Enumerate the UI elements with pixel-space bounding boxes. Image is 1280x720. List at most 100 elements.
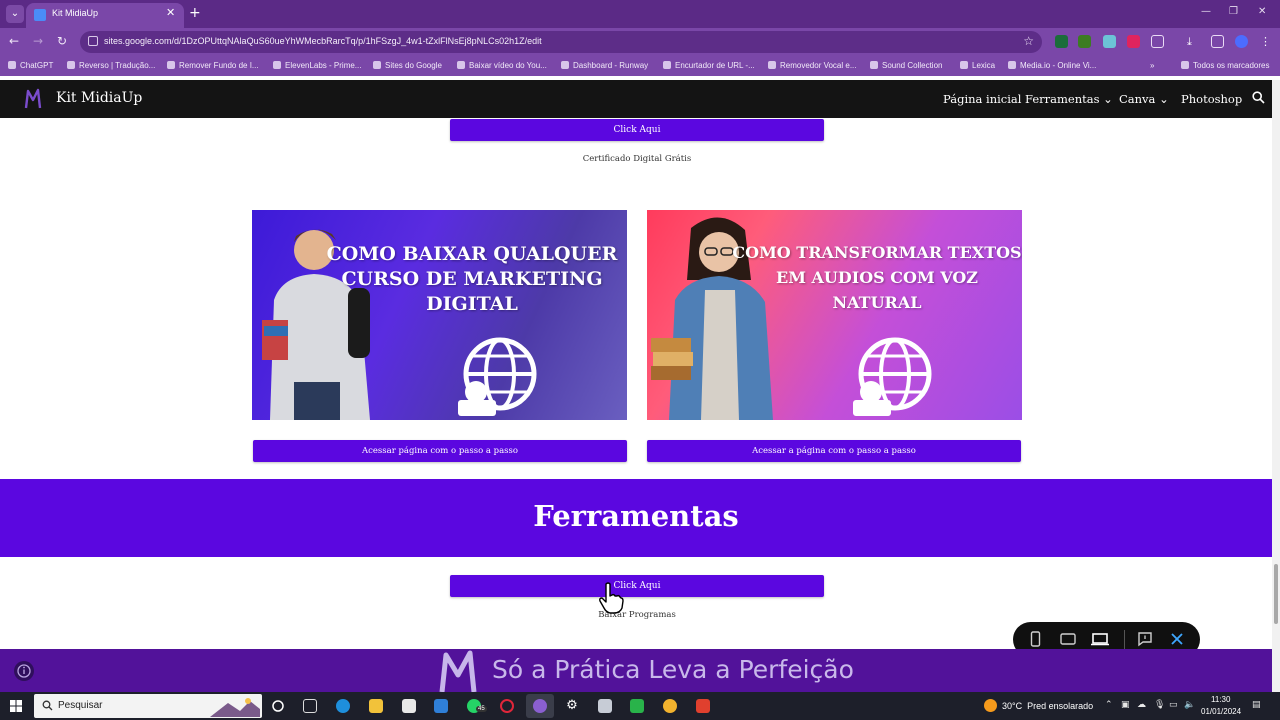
cortana-icon[interactable]: [271, 699, 285, 713]
opera-icon[interactable]: [500, 699, 514, 713]
restore-icon[interactable]: ❐: [1229, 6, 1238, 17]
weather-sun-icon[interactable]: [984, 699, 997, 712]
tablet-preview-icon[interactable]: [1060, 631, 1076, 647]
bookmark-item[interactable]: Encurtador de URL -...: [663, 61, 755, 70]
task-view-icon[interactable]: [303, 699, 317, 713]
minimize-icon[interactable]: —: [1201, 6, 1211, 17]
laptop-preview-icon[interactable]: [1091, 631, 1109, 647]
extension-icon[interactable]: [1055, 35, 1068, 48]
url-shortener-icon: [663, 61, 671, 69]
toolbar-divider: [1124, 630, 1125, 649]
site-name[interactable]: Kit MidiaUp: [56, 90, 142, 106]
google-sites-icon: [373, 61, 381, 69]
tray-cloud-icon[interactable]: ☁: [1137, 700, 1146, 710]
bookmark-item[interactable]: Lexica: [960, 61, 995, 70]
forward-icon[interactable]: →: [33, 34, 43, 48]
microphone-icon[interactable]: 🎙: [1154, 700, 1165, 710]
url-text: sites.google.com/d/1DzOPUttqNAlaQuS60ueY…: [104, 36, 542, 46]
chrome-profile-icon[interactable]: [533, 699, 547, 713]
page-scrollbar[interactable]: [1272, 80, 1280, 692]
camtasia-icon[interactable]: [630, 699, 644, 713]
bookmarks-overflow-icon[interactable]: »: [1150, 61, 1154, 70]
search-icon[interactable]: [1252, 91, 1265, 104]
nav-ferramentas[interactable]: Ferramentas ⌄: [1025, 92, 1113, 106]
notifications-icon[interactable]: ▤: [1252, 700, 1261, 710]
bookmarks-bar: ChatGPT Reverso | Tradução... Remover Fu…: [0, 56, 1280, 76]
weather-widget[interactable]: 30°C Pred ensolarado: [1002, 701, 1093, 711]
tab-close-icon[interactable]: ✕: [166, 6, 175, 19]
media-io-icon: [1008, 61, 1016, 69]
folder-icon: [1181, 61, 1189, 69]
site-info-icon[interactable]: [88, 36, 98, 46]
download-icon[interactable]: ⤓: [1187, 35, 1200, 48]
mail-icon[interactable]: [434, 699, 448, 713]
bookmark-item[interactable]: Baixar vídeo do You...: [457, 61, 547, 70]
tray-chevron-up-icon[interactable]: ⌃: [1105, 700, 1113, 710]
profile-avatar[interactable]: [1235, 35, 1248, 48]
all-bookmarks-folder[interactable]: Todos os marcadores: [1181, 61, 1269, 70]
footer-slogan: Só a Prática Leva a Perfeição: [492, 655, 854, 684]
ferramentas-heading: Ferramentas: [533, 499, 739, 533]
banner-left-title: COMO BAIXAR QUALQUER CURSO DE MARKETING …: [326, 243, 618, 315]
file-explorer-icon[interactable]: [369, 699, 383, 713]
sound-collection-icon: [870, 61, 878, 69]
extensions-puzzle-icon[interactable]: [1151, 35, 1164, 48]
site-header: Kit MidiaUp Página inicial Ferramentas ⌄…: [0, 80, 1272, 118]
tab-favicon-icon: [34, 9, 46, 21]
chrome-icon[interactable]: [663, 699, 677, 713]
bookmark-item[interactable]: ChatGPT: [8, 61, 53, 70]
store-icon[interactable]: [402, 699, 416, 713]
close-preview-icon[interactable]: [1170, 631, 1184, 647]
windows-start-icon[interactable]: [10, 700, 22, 712]
certificado-click-button[interactable]: Click Aqui: [450, 119, 824, 141]
extension-icon[interactable]: [1103, 35, 1116, 48]
browser-menu-icon[interactable]: ⋮: [1260, 35, 1273, 48]
clock-time[interactable]: 11:30: [1211, 695, 1230, 704]
search-icon: [42, 700, 53, 711]
network-icon[interactable]: ▭: [1169, 700, 1178, 710]
extension-icon[interactable]: [1078, 35, 1091, 48]
reload-icon[interactable]: ↻: [57, 34, 67, 48]
audio-steps-button[interactable]: Acessar a página com o passo a passo: [647, 440, 1021, 462]
active-tab[interactable]: Kit MidiaUp ✕: [26, 3, 184, 28]
tab-search-button[interactable]: ⌄: [6, 5, 24, 23]
window-close-icon[interactable]: ✕: [1258, 6, 1266, 17]
tab-title: Kit MidiaUp: [52, 8, 99, 18]
app-icon[interactable]: [598, 699, 612, 713]
extension-icon[interactable]: [1127, 35, 1140, 48]
scrollbar-thumb[interactable]: [1274, 564, 1278, 624]
bookmark-item[interactable]: Dashboard - Runway: [561, 61, 648, 70]
bookmark-item[interactable]: Sound Collection: [870, 61, 942, 70]
bookmark-item[interactable]: Reverso | Tradução...: [67, 61, 155, 70]
clock-date[interactable]: 01/01/2024: [1201, 707, 1241, 716]
settings-gear-icon[interactable]: ⚙: [565, 699, 579, 713]
bookmark-item[interactable]: Sites do Google: [373, 61, 442, 70]
address-bar[interactable]: sites.google.com/d/1DzOPUttqNAlaQuS60ueY…: [80, 31, 1042, 53]
marketing-course-banner: COMO BAIXAR QUALQUER CURSO DE MARKETING …: [252, 210, 627, 420]
nav-canva[interactable]: Canva ⌄: [1119, 92, 1169, 106]
bookmark-star-icon[interactable]: ☆: [1023, 34, 1034, 48]
nav-home[interactable]: Página inicial: [943, 92, 1021, 106]
info-icon[interactable]: [14, 661, 34, 681]
programas-click-button[interactable]: Click Aqui: [450, 575, 824, 597]
recorder-icon[interactable]: [696, 699, 710, 713]
new-tab-button[interactable]: +: [189, 5, 201, 21]
bookmark-item[interactable]: ElevenLabs - Prime...: [273, 61, 361, 70]
side-panel-icon[interactable]: [1211, 35, 1224, 48]
hand-pointer-cursor-icon: [599, 582, 624, 614]
windows-taskbar: Pesquisar 45 ⚙ 30°C Pred ensolarado ⌃ ▣ …: [0, 692, 1280, 720]
runway-icon: [561, 61, 569, 69]
bookmark-item[interactable]: Media.io - Online Vi...: [1008, 61, 1096, 70]
bookmark-item[interactable]: Removedor Vocal e...: [768, 61, 856, 70]
edge-icon[interactable]: [336, 699, 350, 713]
feedback-icon[interactable]: [1137, 631, 1153, 647]
tray-app-icon[interactable]: ▣: [1121, 700, 1130, 710]
marketing-steps-button[interactable]: Acessar página com o passo a passo: [253, 440, 627, 462]
taskbar-search-box[interactable]: Pesquisar: [34, 694, 262, 718]
volume-icon[interactable]: 🔈: [1184, 700, 1195, 710]
nav-photoshop[interactable]: Photoshop: [1181, 92, 1242, 106]
site-logo-icon[interactable]: [24, 88, 42, 110]
phone-preview-icon[interactable]: [1030, 631, 1041, 647]
back-icon[interactable]: ←: [9, 34, 19, 48]
bookmark-item[interactable]: Remover Fundo de I...: [167, 61, 259, 70]
